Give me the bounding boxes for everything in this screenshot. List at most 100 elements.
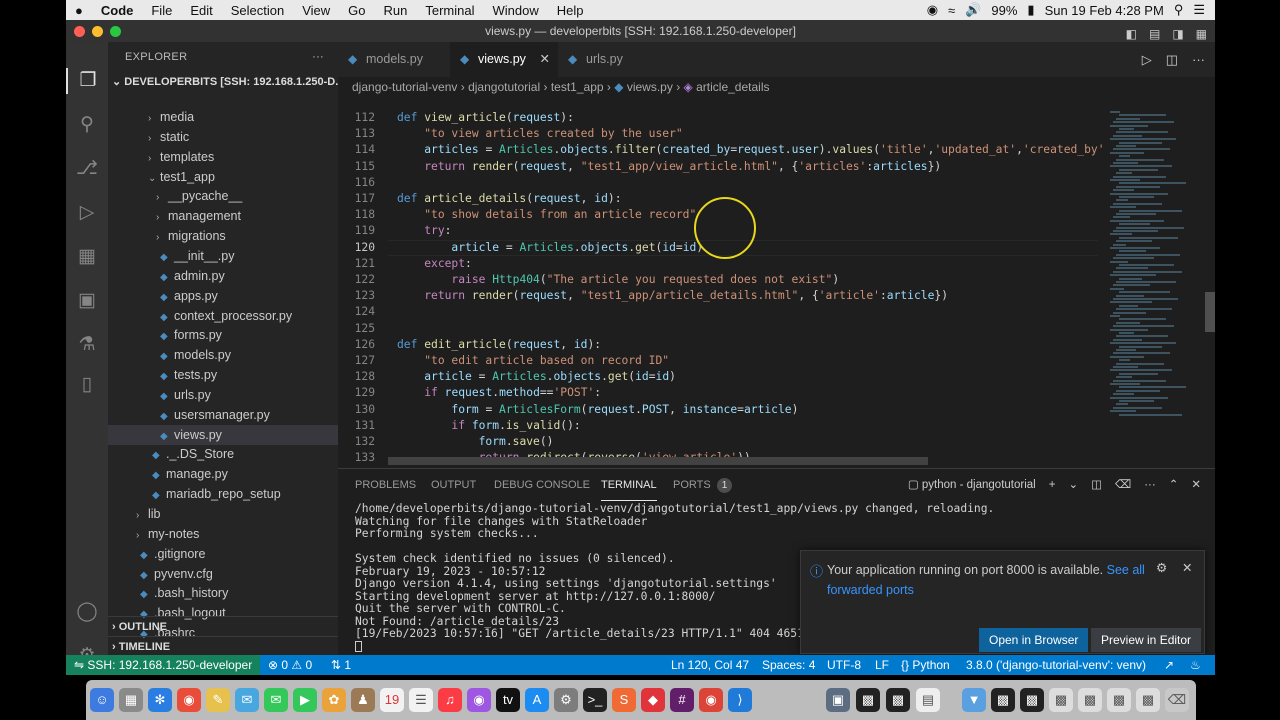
forwarded-ports-link[interactable]: forwarded ports	[827, 583, 914, 597]
python-interpreter[interactable]: 3.8.0 ('django-tutorial-venv': venv)	[966, 655, 1146, 675]
maximize-panel-icon[interactable]: ⌃	[1169, 469, 1179, 501]
minimize-window-button[interactable]	[92, 26, 103, 37]
language-mode[interactable]: {} Python	[901, 655, 950, 675]
spotlight-icon[interactable]: ⚲	[1174, 2, 1184, 18]
tree-item[interactable]: › management	[108, 206, 338, 226]
code-line[interactable]: def view_article(request):	[397, 110, 574, 126]
breadcrumb-item[interactable]: django-tutorial-venv	[352, 80, 457, 94]
close-tab-icon[interactable]: ✕	[540, 42, 550, 77]
photos-icon[interactable]: ✿	[322, 688, 346, 712]
live-share-icon[interactable]: ↗	[1164, 655, 1174, 675]
menu-selection[interactable]: Selection	[222, 3, 293, 18]
tree-item[interactable]: › migrations	[108, 226, 338, 246]
tab-problems[interactable]: PROBLEMS	[355, 469, 416, 501]
window-thumbnail-icon[interactable]: ▩	[1020, 688, 1044, 712]
apple-menu-icon[interactable]: ●	[66, 3, 92, 18]
code-editor[interactable]: 112 def view_article(request): 113 "to vie…	[338, 97, 1215, 468]
ports-indicator[interactable]: ⇅ 1	[331, 655, 351, 675]
workspace-section-header[interactable]: ⌄ DEVELOPERBITS [SSH: 192.168.1.250-D...	[108, 72, 338, 92]
horizontal-scrollbar[interactable]	[388, 457, 928, 465]
indentation[interactable]: Spaces: 4	[762, 655, 815, 675]
menu-help[interactable]: Help	[548, 3, 593, 18]
code-line[interactable]: except:	[397, 256, 472, 272]
preview-in-editor-button[interactable]: Preview in Editor	[1091, 628, 1202, 652]
battery-icon[interactable]: ▮	[1027, 2, 1034, 18]
open-in-browser-button[interactable]: Open in Browser	[979, 628, 1089, 652]
terminal-app-icon[interactable]: >_	[583, 688, 607, 712]
split-terminal-icon[interactable]: ◫	[1091, 469, 1102, 501]
tab-ports[interactable]: PORTS 1	[673, 469, 733, 501]
code-line[interactable]: article = Articles.objects.get(id=id)	[397, 240, 703, 256]
docker-icon[interactable]: ▯	[66, 372, 108, 398]
vertical-scrollbar[interactable]	[1205, 292, 1215, 332]
code-line[interactable]: return render(request, "test1_app/view_a…	[397, 159, 941, 175]
launchpad-icon[interactable]: ▦	[119, 688, 143, 712]
clock[interactable]: Sun 19 Feb 4:28 PM	[1045, 3, 1164, 18]
tab-urls-py[interactable]: ◆ urls.py	[558, 42, 658, 77]
explorer-more-icon[interactable]: ···	[312, 42, 324, 72]
timeline-section[interactable]: › TIMELINE	[108, 636, 338, 656]
messages-icon[interactable]: ✉	[264, 688, 288, 712]
explorer-icon[interactable]: ❐	[66, 68, 108, 94]
breadcrumb-item[interactable]: djangotutorial	[468, 80, 540, 94]
notifications-bell-icon[interactable]: ♨	[1190, 655, 1201, 675]
outline-section[interactable]: › OUTLINE	[108, 616, 338, 636]
mail-icon[interactable]: ✉	[235, 688, 259, 712]
downloads-folder-icon[interactable]: ▼	[962, 688, 986, 712]
document-icon[interactable]: ▤	[916, 688, 940, 712]
code-line[interactable]: "to view articles created by the user"	[397, 126, 682, 142]
facetime-icon[interactable]: ▶	[293, 688, 317, 712]
tree-item[interactable]: ◆ pyvenv.cfg	[108, 564, 338, 584]
trash-icon[interactable]: ⌫	[1165, 688, 1189, 712]
breadcrumb-item[interactable]: test1_app	[551, 80, 604, 94]
chrome-alt-icon[interactable]: ◉	[699, 688, 723, 712]
reminders-icon[interactable]: ☰	[409, 688, 433, 712]
tree-item[interactable]: › __pycache__	[108, 186, 338, 206]
code-line[interactable]: return render(request, "test1_app/articl…	[397, 288, 948, 304]
wifi-icon[interactable]: ≈	[948, 3, 955, 18]
more-actions-icon[interactable]: ···	[1144, 469, 1156, 501]
tab-models-py[interactable]: ◆ models.py	[338, 42, 450, 77]
code-line[interactable]: "to show details from an article record"	[397, 207, 696, 223]
tree-item[interactable]: › my-notes	[108, 524, 338, 544]
vscode-app-icon[interactable]: ⟩	[728, 688, 752, 712]
run-debug-icon[interactable]: ▷	[66, 200, 108, 226]
tree-item[interactable]: ◆ usersmanager.py	[108, 405, 338, 425]
close-panel-icon[interactable]: ✕	[1191, 469, 1201, 501]
breadcrumb-item[interactable]: views.py	[627, 80, 673, 94]
tree-item[interactable]: ◆ manage.py	[108, 464, 338, 484]
virtualbox-icon[interactable]: ▣	[826, 688, 850, 712]
menu-view[interactable]: View	[293, 3, 339, 18]
tv-icon[interactable]: tv	[496, 688, 520, 712]
tree-item[interactable]: ◆ admin.py	[108, 266, 338, 286]
finder-icon[interactable]: ☺	[90, 688, 114, 712]
menu-app-name[interactable]: Code	[92, 3, 143, 18]
tree-item[interactable]: › static	[108, 127, 338, 147]
tree-item[interactable]: ◆ mariadb_repo_setup	[108, 484, 338, 504]
window-thumbnail-icon[interactable]: ▩	[856, 688, 880, 712]
window-thumbnail-icon[interactable]: ▩	[991, 688, 1015, 712]
close-notification-icon[interactable]: ✕	[1182, 560, 1192, 575]
code-line[interactable]: article = Articles.objects.get(id=id)	[397, 369, 676, 385]
window-thumbnail-icon[interactable]: ▩	[886, 688, 910, 712]
menu-go[interactable]: Go	[339, 3, 374, 18]
window-thumbnail-icon[interactable]: ▩	[1136, 688, 1160, 712]
window-thumbnail-icon[interactable]: ▩	[1107, 688, 1131, 712]
code-line[interactable]: def edit_article(request, id):	[397, 337, 601, 353]
menu-run[interactable]: Run	[375, 3, 417, 18]
tree-item[interactable]: ◆ apps.py	[108, 286, 338, 306]
tab-debug-console[interactable]: DEBUG CONSOLE	[494, 469, 590, 501]
tree-item[interactable]: ◆ forms.py	[108, 325, 338, 345]
notes-icon[interactable]: ✎	[206, 688, 230, 712]
remote-indicator[interactable]: ⇋ SSH: 192.168.1.250-developer	[66, 655, 261, 675]
remote-explorer-icon[interactable]: ▣	[66, 288, 108, 314]
search-icon[interactable]: ⚲	[66, 112, 108, 138]
code-line[interactable]: "to edit article based on record ID"	[397, 353, 669, 369]
account-icon[interactable]: ◯	[66, 599, 108, 625]
tree-item[interactable]: ⌄ test1_app	[108, 167, 338, 187]
menu-window[interactable]: Window	[483, 3, 547, 18]
breadcrumb-item[interactable]: article_details	[696, 80, 769, 94]
encoding[interactable]: UTF-8	[827, 655, 861, 675]
code-line[interactable]: if form.is_valid():	[397, 418, 580, 434]
sublime-icon[interactable]: S	[612, 688, 636, 712]
